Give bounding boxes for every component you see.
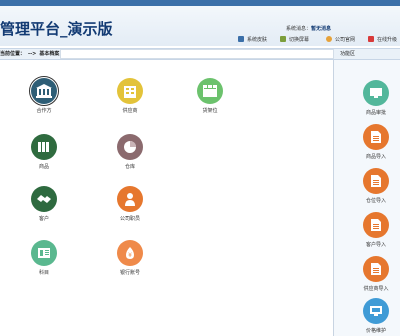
supplier-label: 供应商 — [122, 108, 138, 114]
doc-icon — [363, 256, 389, 282]
supplier-import-label: 供应商导入 — [363, 286, 389, 292]
breadcrumb: 当前位置： --> 基本档案 — [0, 50, 59, 57]
pie-icon — [117, 134, 143, 160]
doc-icon — [363, 124, 389, 150]
partner-item[interactable]: 合作方 — [24, 76, 64, 114]
switch-screen-button[interactable]: 切换屏幕 — [280, 33, 309, 45]
skin-button[interactable]: 系统皮肤 — [238, 33, 267, 45]
breadcrumb-separator: --> — [28, 51, 37, 57]
grid-icon — [197, 78, 223, 104]
system-message: 系统消息：暂无消息 — [286, 25, 331, 32]
switch-screen-label: 切换屏幕 — [289, 36, 310, 43]
upgrade-icon — [368, 36, 374, 42]
customer-import-label: 客户导入 — [365, 242, 386, 248]
warehouse-item[interactable]: 仓库 — [110, 134, 150, 170]
toolbar: 系统皮肤 切换屏幕 公司官网 在线升级 — [0, 33, 400, 46]
doc-icon — [363, 168, 389, 194]
skin-icon — [238, 36, 244, 42]
customer-label: 客户 — [38, 216, 49, 222]
monitor-icon — [363, 80, 389, 106]
goods-item[interactable]: 商品 — [24, 134, 64, 170]
system-message-label: 系统消息： — [286, 26, 312, 32]
nav-field — [60, 49, 334, 59]
screen-icon — [280, 36, 286, 42]
website-button[interactable]: 公司官网 — [326, 33, 355, 45]
doc-icon — [363, 212, 389, 238]
ledger-icon — [31, 240, 57, 266]
svg-text:¥: ¥ — [128, 252, 132, 259]
partner-label: 合作方 — [36, 108, 52, 114]
account-subject-label: 科目 — [38, 270, 49, 276]
system-message-text: 暂无消息 — [311, 26, 332, 32]
staff-label: 公司职员 — [119, 216, 140, 222]
main-panel: 合作方 供应商 货架位 商品 仓库 客户 公司职员 科目 ¥ 银行账号 — [0, 60, 332, 336]
upgrade-label: 在线升级 — [377, 36, 398, 43]
quick-panel: 商品审批 商品导入 仓位导入 客户导入 供应商导入 价格维护 — [334, 60, 400, 336]
computer-icon — [363, 298, 389, 324]
person-icon — [117, 186, 143, 212]
price-maintenance-item[interactable]: 价格维护 — [358, 298, 394, 334]
handshake-icon — [31, 186, 57, 212]
quick-area-label: 功能区 — [340, 51, 356, 57]
staff-item[interactable]: 公司职员 — [110, 186, 150, 222]
globe-icon — [326, 36, 332, 42]
supplier-item[interactable]: 供应商 — [110, 78, 150, 114]
position-import-item[interactable]: 仓位导入 — [358, 168, 394, 204]
goods-approval-label: 商品审批 — [365, 110, 386, 116]
price-maintenance-label: 价格维护 — [365, 328, 386, 334]
account-subject-item[interactable]: 科目 — [24, 240, 64, 276]
upgrade-button[interactable]: 在线升级 — [368, 33, 397, 45]
bank-account-label: 银行账号 — [119, 270, 140, 276]
skin-label: 系统皮肤 — [247, 36, 268, 43]
bank-account-item[interactable]: ¥ 银行账号 — [110, 240, 150, 276]
breadcrumb-label: 当前位置： — [0, 51, 26, 57]
shelf-item[interactable]: 货架位 — [190, 78, 230, 114]
coin-icon: ¥ — [117, 240, 143, 266]
shelf-label: 货架位 — [202, 108, 218, 114]
goods-approval-item[interactable]: 商品审批 — [358, 80, 394, 116]
warehouse-label: 仓库 — [124, 164, 135, 170]
position-import-label: 仓位导入 — [365, 198, 386, 204]
website-label: 公司官网 — [335, 36, 356, 43]
customer-item[interactable]: 客户 — [24, 186, 64, 222]
building-icon — [117, 78, 143, 104]
customer-import-item[interactable]: 客户导入 — [358, 212, 394, 248]
goods-import-label: 商品导入 — [365, 154, 386, 160]
goods-label: 商品 — [38, 164, 49, 170]
goods-import-item[interactable]: 商品导入 — [358, 124, 394, 160]
books-icon — [31, 134, 57, 160]
breadcrumb-current: 基本档案 — [39, 51, 60, 57]
bank-icon — [29, 76, 59, 106]
supplier-import-item[interactable]: 供应商导入 — [358, 256, 394, 292]
